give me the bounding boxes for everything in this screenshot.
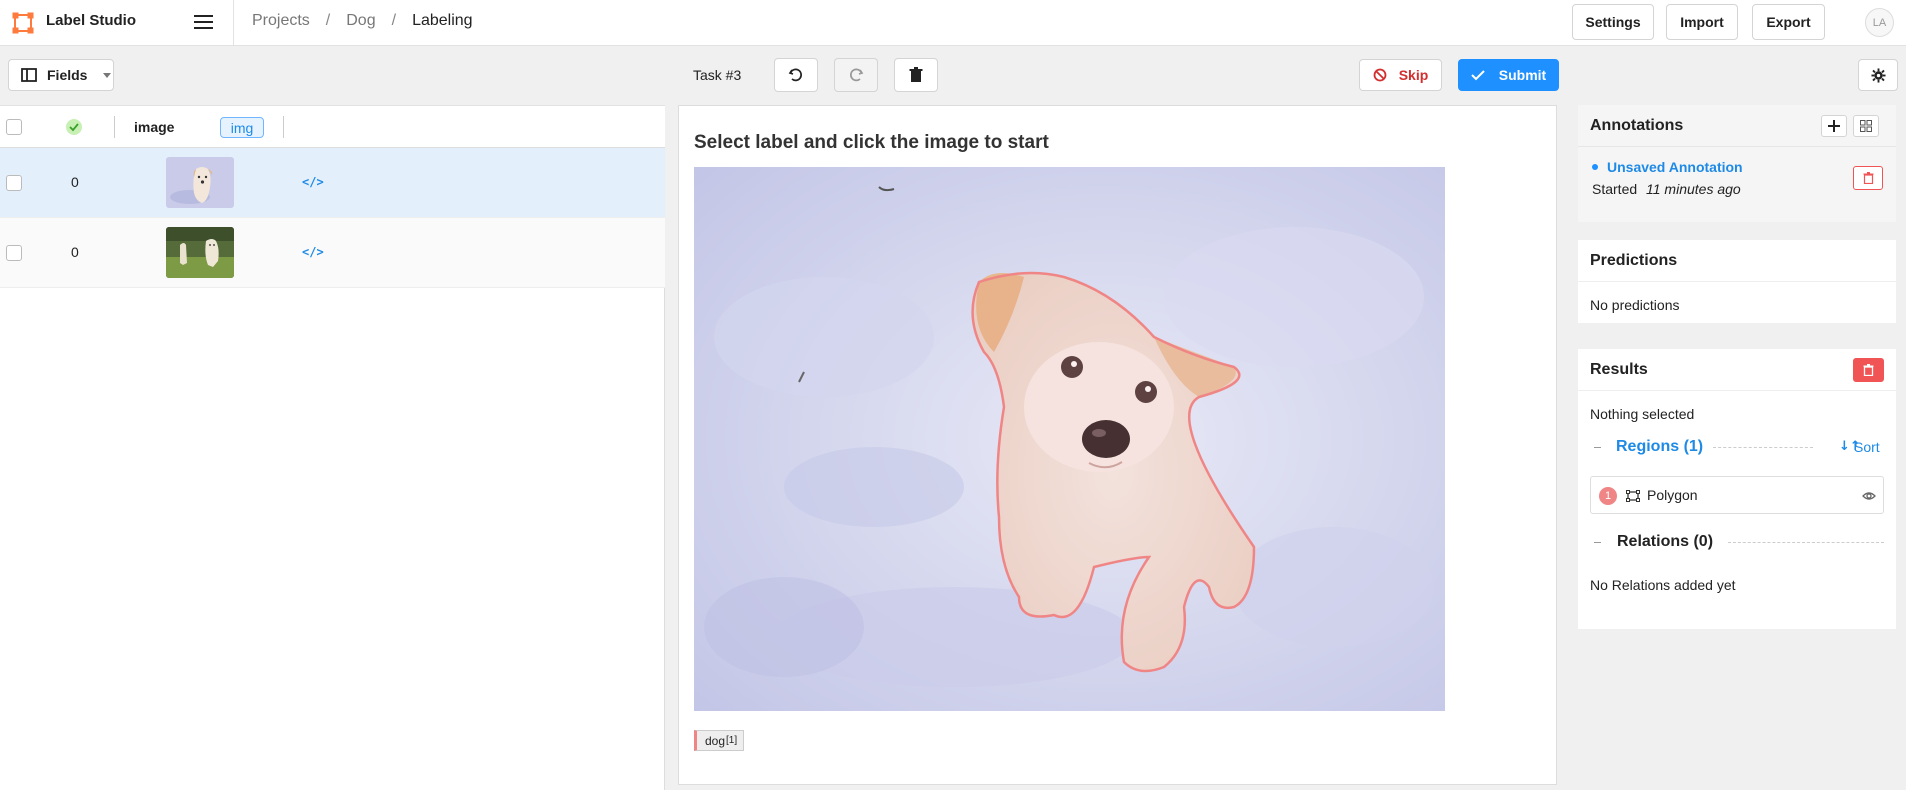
trash-icon	[1863, 172, 1873, 184]
gear-icon	[1870, 67, 1886, 83]
row-checkbox[interactable]	[6, 175, 22, 191]
import-button[interactable]: Import	[1666, 4, 1738, 40]
results-title: Results	[1590, 361, 1648, 378]
regions-collapse-icon[interactable]	[1594, 447, 1601, 448]
header-divider	[233, 0, 234, 46]
table-row[interactable]: 0 </>	[0, 148, 665, 218]
label-studio-logo-icon[interactable]	[12, 12, 34, 34]
relations-divider	[1728, 542, 1884, 543]
fields-button[interactable]: Fields	[8, 59, 114, 91]
fields-label: Fields	[47, 67, 88, 83]
breadcrumb-separator: /	[325, 12, 331, 29]
label-chip-dog[interactable]: dog [1]	[694, 730, 745, 751]
check-icon	[1471, 70, 1485, 81]
results-heading: Results	[1578, 349, 1896, 391]
add-annotation-button[interactable]	[1821, 115, 1847, 137]
completed-count: 0	[71, 174, 79, 190]
region-index-badge: 1	[1599, 487, 1617, 505]
settings-button[interactable]: Settings	[1572, 4, 1654, 40]
relations-collapse-icon[interactable]	[1594, 542, 1601, 543]
code-icon[interactable]: </>	[302, 175, 324, 189]
label-chip-text: dog	[705, 733, 726, 748]
results-card: Results Nothing selected Regions (1) ↓↑ …	[1578, 349, 1896, 629]
column-separator	[114, 116, 115, 138]
labeling-canvas-panel: Select label and click the image to star…	[678, 105, 1557, 785]
redo-button[interactable]	[834, 58, 878, 92]
annotations-card: Annotations Unsaved Annotation Started 1…	[1578, 105, 1896, 222]
skip-button[interactable]: Skip	[1359, 59, 1442, 91]
delete-button[interactable]	[894, 58, 938, 92]
menu-icon[interactable]	[193, 12, 215, 32]
task-table: image img 0 </> 0 </>	[0, 105, 665, 790]
annotation-started-time: 11 minutes ago	[1646, 181, 1741, 197]
top-header: Label Studio Projects / Dog / Labeling S…	[0, 0, 1906, 46]
column-separator	[283, 116, 284, 138]
predictions-empty-text: No predictions	[1590, 297, 1680, 313]
table-header: image img	[0, 105, 665, 148]
region-item[interactable]: 1 Polygon	[1590, 476, 1884, 514]
caret-down-icon	[103, 72, 112, 78]
columns-icon	[21, 68, 37, 82]
breadcrumb-projects[interactable]: Projects	[252, 12, 310, 30]
trash-icon	[909, 67, 923, 82]
toolbar: Fields Task #3 Skip Submit	[0, 47, 1906, 105]
trash-icon	[1863, 364, 1874, 376]
code-icon[interactable]: </>	[302, 245, 324, 259]
undo-icon	[788, 68, 802, 82]
delete-all-results-button[interactable]	[1853, 358, 1884, 382]
skip-label: Skip	[1398, 67, 1429, 83]
predictions-heading: Predictions	[1578, 240, 1896, 282]
annotation-item[interactable]: Unsaved Annotation Started 11 minutes ag…	[1578, 147, 1896, 222]
labeling-instruction: Select label and click the image to star…	[694, 132, 1049, 153]
annotation-image[interactable]	[694, 167, 1445, 711]
image-canvas[interactable]	[694, 167, 1445, 711]
predictions-card: Predictions No predictions	[1578, 240, 1896, 323]
table-row[interactable]: 0 </>	[0, 218, 665, 288]
annotation-name[interactable]: Unsaved Annotation	[1607, 159, 1743, 175]
select-all-checkbox[interactable]	[6, 119, 22, 135]
column-type-tag: img	[220, 117, 264, 138]
image-thumbnail[interactable]	[166, 157, 234, 208]
label-chip-count: [1]	[726, 735, 738, 746]
region-type-label: Polygon	[1647, 487, 1698, 503]
eye-icon[interactable]	[1862, 490, 1876, 502]
nothing-selected-text: Nothing selected	[1590, 406, 1695, 422]
redo-icon	[850, 68, 864, 82]
labeling-settings-button[interactable]	[1858, 59, 1898, 91]
image-thumbnail[interactable]	[166, 227, 234, 278]
breadcrumb: Projects / Dog / Labeling	[252, 12, 473, 30]
relations-label[interactable]: Relations (0)	[1617, 533, 1713, 551]
unsaved-dot-icon	[1592, 164, 1598, 170]
completed-count: 0	[71, 244, 79, 260]
avatar[interactable]: LA	[1865, 8, 1894, 37]
undo-button[interactable]	[774, 58, 818, 92]
export-button[interactable]: Export	[1752, 4, 1825, 40]
view-all-annotations-button[interactable]	[1853, 115, 1879, 137]
relations-empty-text: No Relations added yet	[1590, 577, 1736, 593]
completed-column-icon[interactable]	[65, 118, 83, 136]
annotations-heading: Annotations	[1578, 105, 1896, 147]
row-checkbox[interactable]	[6, 245, 22, 261]
column-header-image[interactable]: image	[134, 119, 174, 135]
ban-icon	[1373, 68, 1387, 82]
regions-divider	[1713, 447, 1813, 448]
breadcrumb-separator: /	[391, 12, 397, 29]
annotations-title: Annotations	[1590, 117, 1684, 134]
breadcrumb-labeling: Labeling	[412, 12, 473, 29]
delete-annotation-button[interactable]	[1853, 166, 1883, 190]
sort-button[interactable]: Sort	[1854, 439, 1880, 455]
submit-button[interactable]: Submit	[1458, 59, 1559, 91]
submit-label: Submit	[1498, 67, 1547, 83]
task-label: Task #3	[693, 67, 742, 83]
grid-icon	[1860, 120, 1872, 132]
predictions-title: Predictions	[1590, 252, 1678, 269]
plus-icon	[1828, 120, 1840, 132]
regions-label[interactable]: Regions (1)	[1616, 438, 1703, 456]
app-title: Label Studio	[46, 12, 136, 29]
annotation-started-label: Started	[1592, 181, 1638, 197]
polygon-icon	[1626, 490, 1640, 502]
breadcrumb-dog[interactable]: Dog	[346, 12, 375, 30]
